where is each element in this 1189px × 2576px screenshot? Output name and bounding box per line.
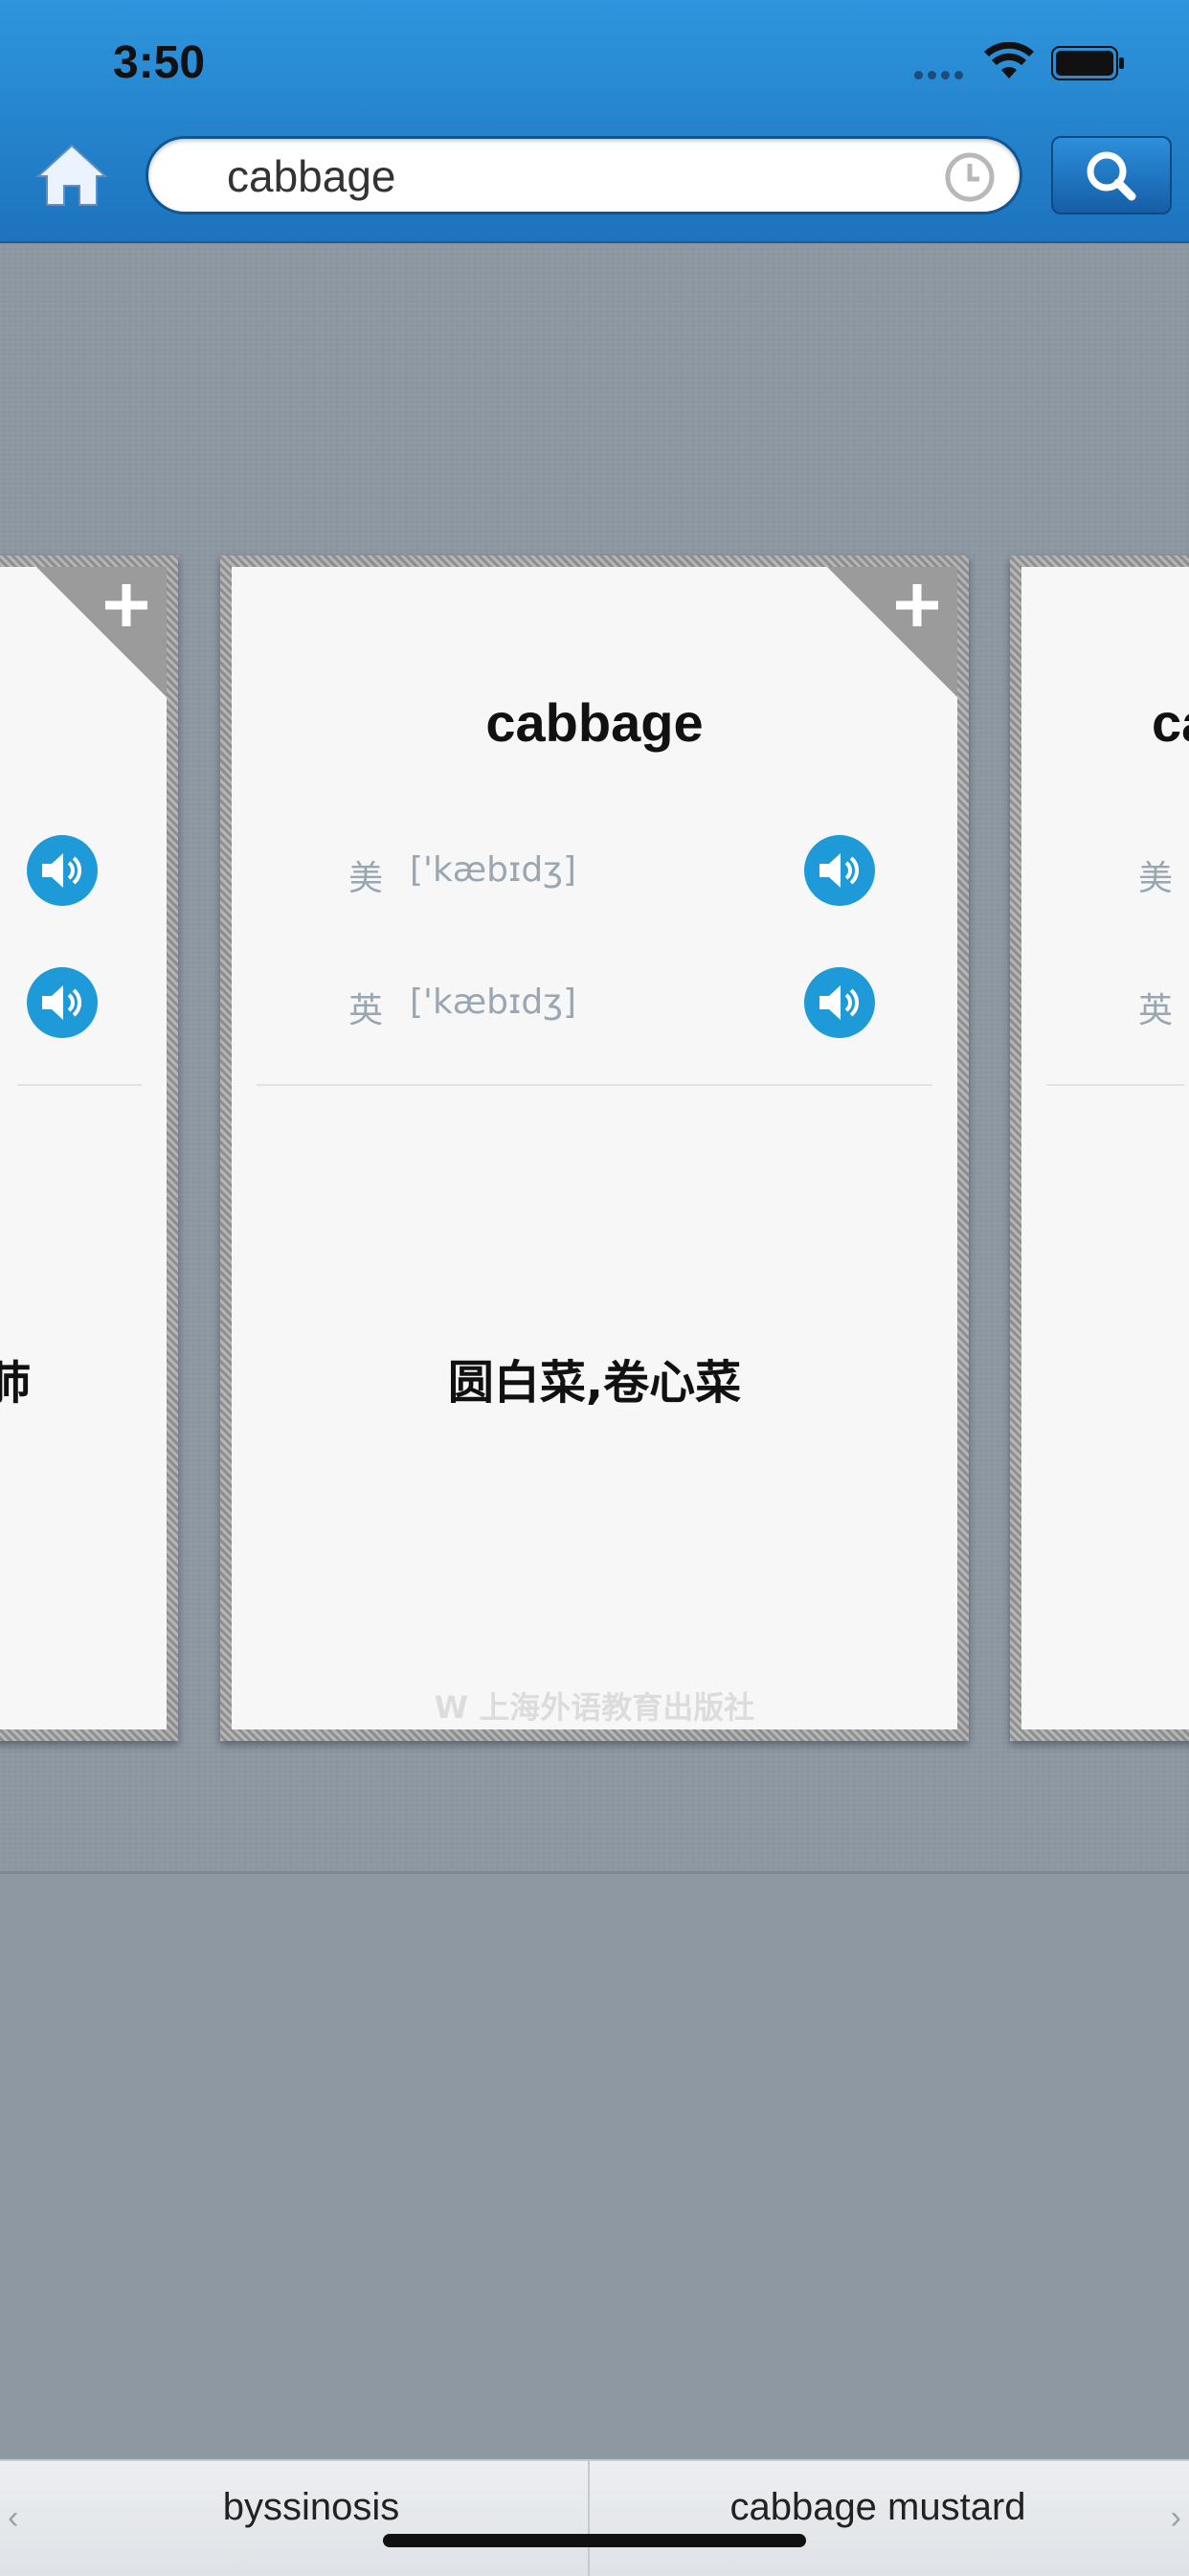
word-card-next[interactable]: ca 美 英 bbox=[1010, 555, 1189, 1741]
speaker-icon[interactable] bbox=[27, 835, 98, 906]
empty-area bbox=[0, 1874, 1189, 2460]
publisher-watermark: W 上海外语教育出版社 bbox=[434, 1689, 755, 1726]
search-input[interactable] bbox=[225, 147, 899, 206]
speaker-uk-icon[interactable] bbox=[804, 967, 875, 1038]
previous-word-button[interactable]: byssinosis bbox=[38, 2486, 584, 2529]
headword: ca bbox=[1152, 692, 1189, 753]
home-indicator[interactable] bbox=[383, 2534, 806, 2547]
home-icon[interactable] bbox=[36, 142, 107, 207]
history-clock-icon[interactable] bbox=[943, 150, 997, 204]
search-button[interactable] bbox=[1051, 136, 1172, 215]
pron-uk-label: 英 bbox=[348, 991, 384, 1030]
pron-us-label: 美 bbox=[348, 859, 384, 898]
add-word-icon[interactable] bbox=[100, 578, 153, 632]
word-meaning: 圆白菜,卷心菜 bbox=[447, 1356, 742, 1410]
battery-icon bbox=[1051, 46, 1124, 80]
pron-us-ipa: ['kæbɪdʒ] bbox=[410, 850, 577, 890]
card-separator bbox=[257, 1084, 932, 1086]
pron-uk-label: 英 bbox=[1138, 991, 1174, 1030]
headword: cabbage bbox=[485, 692, 704, 753]
speaker-icon[interactable] bbox=[27, 967, 98, 1038]
status-time: 3:50 bbox=[113, 37, 206, 88]
chevron-left-icon[interactable]: ‹ bbox=[8, 2499, 18, 2537]
pron-uk-ipa: ['kæbɪdʒ] bbox=[410, 983, 577, 1022]
search-field[interactable] bbox=[146, 136, 1022, 215]
word-meaning: 肺 bbox=[0, 1356, 32, 1410]
speaker-us-icon[interactable] bbox=[804, 835, 875, 906]
pron-us-label: 美 bbox=[1138, 859, 1174, 898]
word-navigation-bar: ‹ byssinosis cabbage mustard › bbox=[0, 2459, 1189, 2576]
magnifier-icon bbox=[1087, 151, 1136, 201]
top-bar: 3:50 bbox=[0, 0, 1189, 243]
signal-icon bbox=[914, 71, 963, 79]
add-word-icon[interactable] bbox=[890, 578, 944, 632]
word-card-current[interactable]: cabbage 美 ['kæbɪdʒ] 英 ['kæbɪdʒ] 圆白菜,卷心菜 … bbox=[220, 555, 969, 1741]
word-card-previous[interactable]: 肺 bbox=[0, 555, 178, 1741]
next-word-button[interactable]: cabbage mustard bbox=[605, 2486, 1151, 2529]
wifi-icon bbox=[984, 42, 1034, 79]
chevron-right-icon[interactable]: › bbox=[1171, 2499, 1181, 2537]
nav-divider bbox=[588, 2461, 590, 2576]
